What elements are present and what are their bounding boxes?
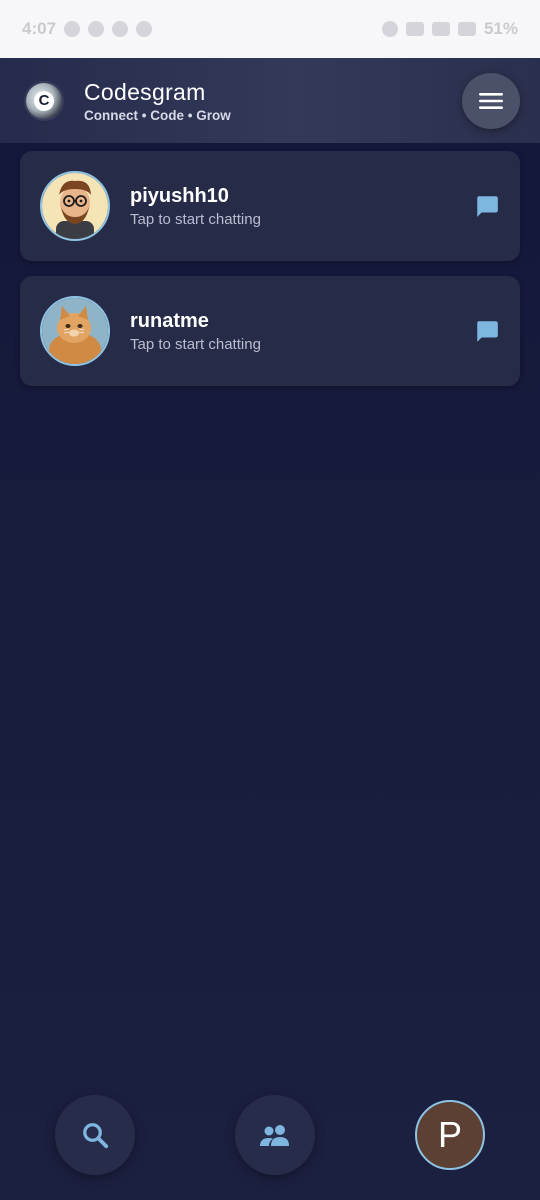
signal-icon bbox=[457, 22, 476, 36]
alarm-icon bbox=[381, 21, 398, 37]
profile-button[interactable]: P bbox=[415, 1100, 485, 1170]
notification-icon bbox=[64, 21, 81, 37]
cartoon-man-avatar bbox=[42, 173, 108, 239]
chat-text: piyushh10 Tap to start chatting bbox=[130, 185, 261, 228]
search-button[interactable] bbox=[55, 1095, 135, 1175]
brand: Codesgram Connect • Code • Grow bbox=[84, 79, 231, 123]
profile-initial: P bbox=[437, 1114, 462, 1155]
wifi-icon bbox=[431, 22, 450, 36]
chat-text: runatme Tap to start chatting bbox=[130, 310, 261, 353]
chat-username: piyushh10 bbox=[130, 184, 229, 207]
status-bar: 4:07 51% bbox=[0, 0, 540, 58]
search-icon bbox=[83, 1123, 109, 1149]
chat-username: runatme bbox=[130, 309, 209, 332]
notification-icon bbox=[136, 21, 153, 37]
menu-button[interactable] bbox=[462, 72, 520, 129]
hamburger-menu-icon bbox=[479, 92, 503, 109]
app-name: Codesgram bbox=[84, 78, 206, 105]
chat-list-item[interactable]: runatme Tap to start chatting bbox=[20, 276, 520, 386]
app-tagline: Connect • Code • Grow bbox=[84, 107, 231, 123]
user-avatar bbox=[40, 296, 110, 366]
battery-level: 51% bbox=[483, 19, 518, 38]
status-bar-right: 51% bbox=[381, 19, 518, 39]
user-avatar bbox=[40, 171, 110, 241]
bluetooth-icon bbox=[405, 22, 424, 36]
app-logo: C bbox=[26, 82, 62, 119]
notification-icon bbox=[112, 21, 129, 37]
chat-bubble-icon[interactable] bbox=[474, 318, 500, 344]
people-button[interactable] bbox=[235, 1095, 315, 1175]
notification-icon bbox=[88, 21, 105, 37]
cat-photo-avatar bbox=[42, 298, 108, 364]
people-icon bbox=[260, 1125, 289, 1146]
logo-letter: C bbox=[34, 90, 54, 111]
chat-subtitle: Tap to start chatting bbox=[130, 335, 261, 353]
chat-subtitle: Tap to start chatting bbox=[130, 210, 261, 228]
chat-list-item[interactable]: piyushh10 Tap to start chatting bbox=[20, 151, 520, 261]
app-header: C Codesgram Connect • Code • Grow bbox=[0, 58, 540, 143]
chat-bubble-icon[interactable] bbox=[474, 193, 500, 219]
status-bar-left: 4:07 bbox=[22, 19, 153, 39]
status-time: 4:07 bbox=[22, 19, 57, 38]
